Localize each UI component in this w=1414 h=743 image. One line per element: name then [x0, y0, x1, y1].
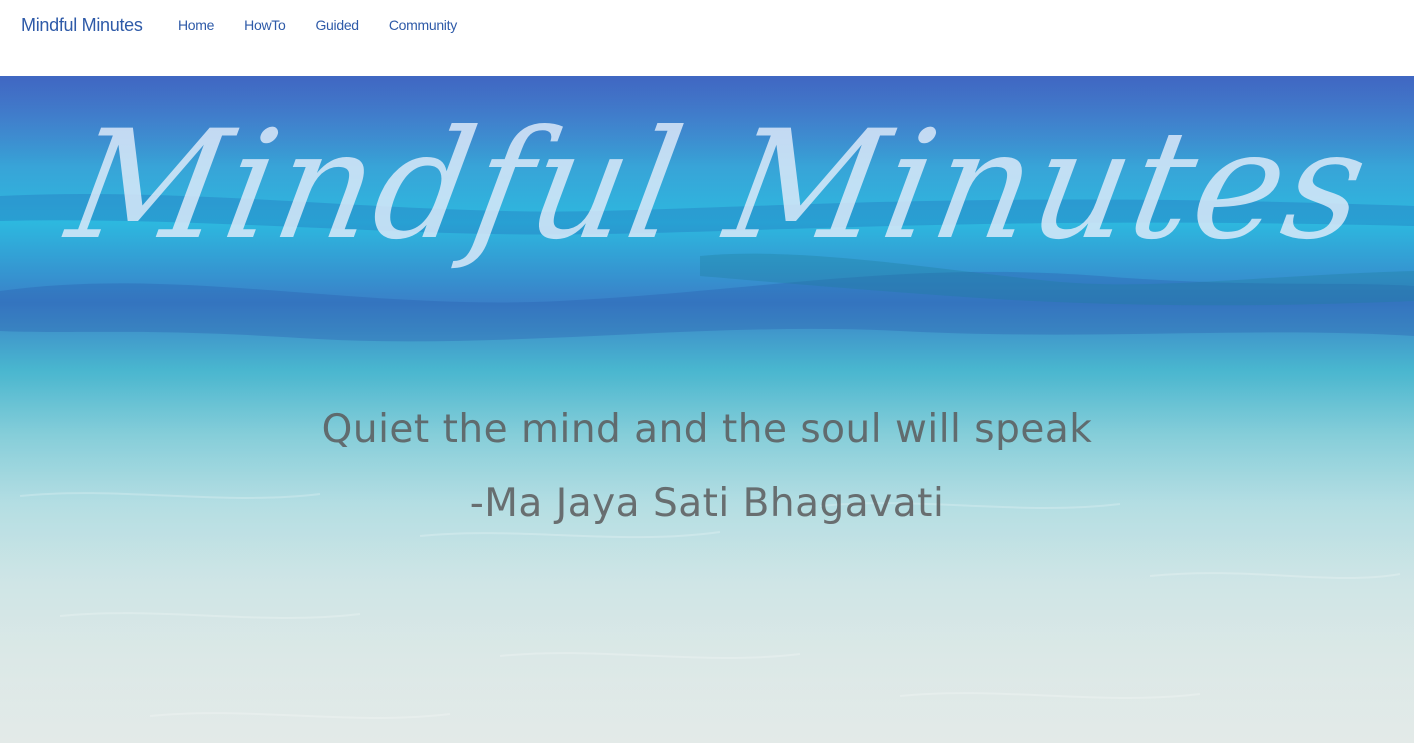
nav-menu: Home HowTo Guided Community: [178, 16, 487, 34]
nav-link-home[interactable]: Home: [178, 16, 214, 34]
nav-link-guided[interactable]: Guided: [315, 16, 359, 34]
nav-link-community[interactable]: Community: [389, 16, 457, 34]
quote-attribution: -Ma Jaya Sati Bhagavati: [469, 481, 945, 526]
brand-link[interactable]: Mindful Minutes: [21, 13, 143, 37]
hero-quote: Quiet the mind and the soul will speak: [321, 407, 1093, 452]
hero-title: Mindful Minutes: [57, 99, 1381, 273]
nav-link-howto[interactable]: HowTo: [244, 16, 286, 34]
hero-banner: Mindful Minutes Quiet the mind and the s…: [0, 76, 1414, 743]
top-navbar: Mindful Minutes Home HowTo Guided Commun…: [0, 0, 1414, 76]
